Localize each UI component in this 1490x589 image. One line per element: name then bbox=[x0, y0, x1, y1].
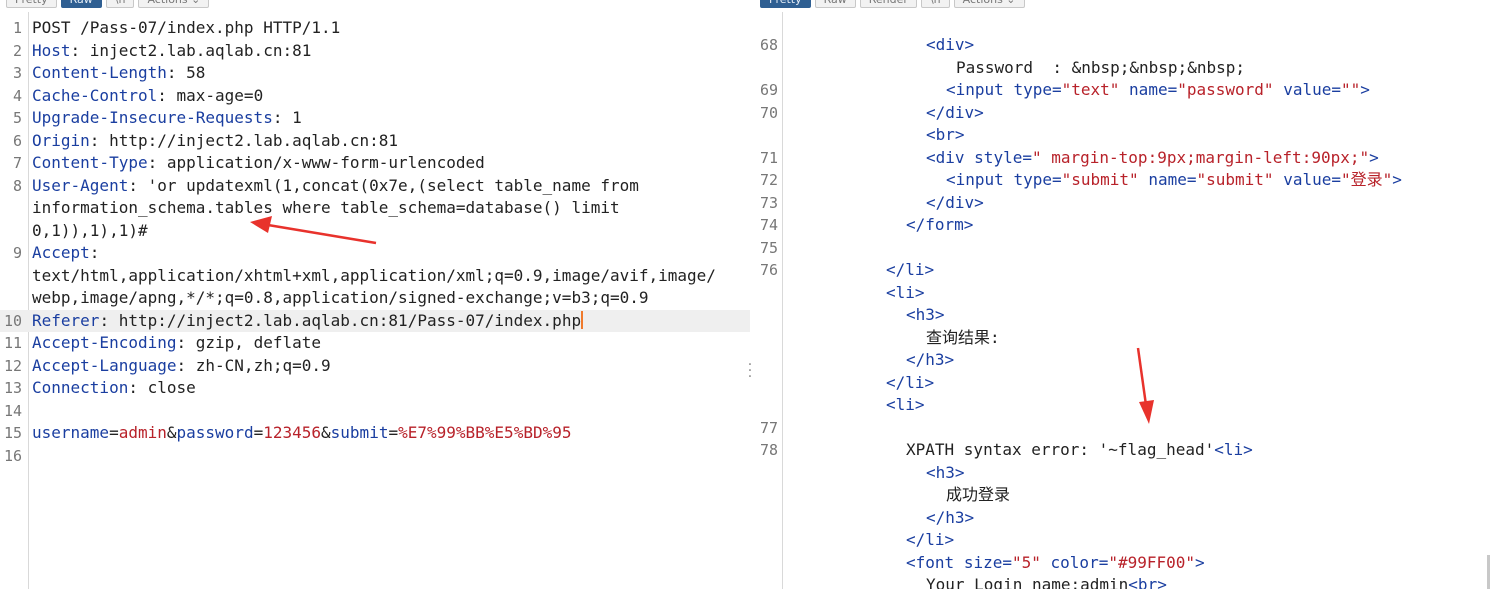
annotation-arrow bbox=[1136, 347, 1154, 424]
response-pane: Pretty Raw Render \n Actions ⌄ 68 <div> … bbox=[760, 0, 1490, 589]
pane-resize-handle[interactable]: · · · bbox=[747, 358, 753, 384]
request-pane: Pretty Raw \n Actions ⌄ 1 POST /Pass-07/… bbox=[0, 0, 750, 589]
annotation-arrow bbox=[250, 216, 377, 245]
